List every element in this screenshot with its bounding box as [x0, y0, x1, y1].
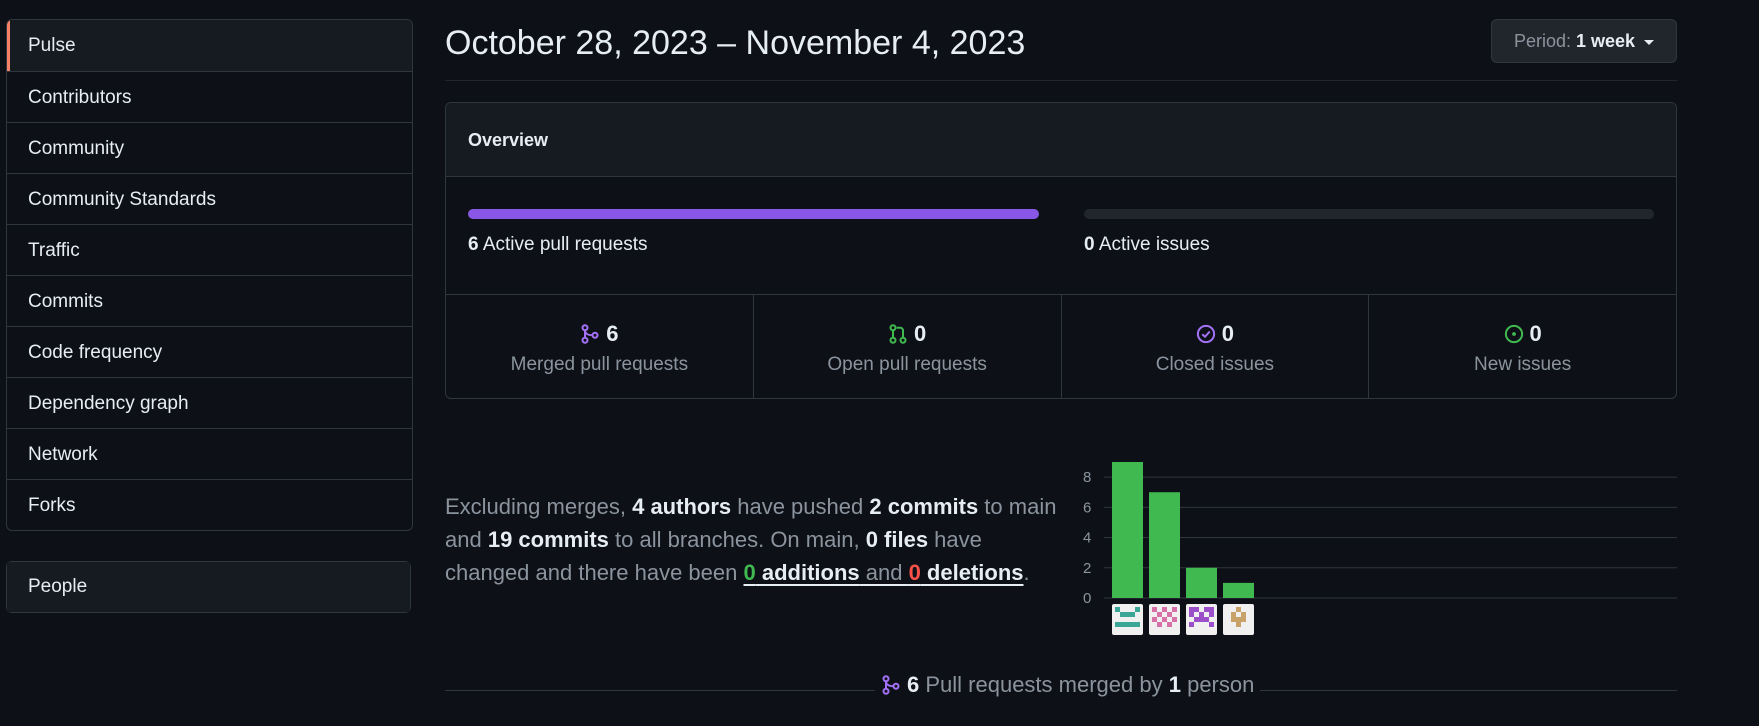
summary-commits-main: 2 commits	[869, 494, 979, 519]
stat-new-issues-count-row: 0	[1504, 321, 1542, 347]
footer-text: person	[1180, 672, 1255, 697]
menu-item-dependency-graph[interactable]: Dependency graph	[7, 377, 412, 428]
menu-item-forks[interactable]: Forks	[7, 479, 412, 530]
active-prs-link[interactable]: 6 Active pull requests	[468, 234, 648, 256]
menu-item-community[interactable]: Community	[7, 122, 412, 173]
period-prefix: Period:	[1513, 31, 1571, 51]
stat-open-prs-label: Open pull requests	[827, 354, 987, 375]
merge-icon	[581, 324, 599, 344]
summary-text: have pushed	[731, 494, 870, 519]
chart-y-tick-label: 4	[1083, 530, 1091, 547]
stat-merged-prs-label: Merged pull requests	[510, 354, 689, 375]
stat-new-issues[interactable]: 0 New issues	[1368, 295, 1676, 398]
merge-icon	[882, 675, 900, 695]
chart-bar[interactable]	[1186, 567, 1217, 598]
stat-closed-issues-count-row: 0	[1196, 321, 1234, 347]
insights-menu: Pulse Contributors Community Community S…	[6, 19, 413, 531]
menu-item-commits[interactable]: Commits	[7, 275, 412, 326]
additions-label: additions	[755, 560, 860, 585]
active-prs-count: 6	[468, 234, 479, 255]
pull-request-icon	[889, 324, 907, 344]
stat-merged-prs-count-row: 6	[580, 321, 619, 347]
menu-item-pulse[interactable]: Pulse	[7, 20, 412, 71]
overview-progress: 6 Active pull requests 0 Active issues	[446, 177, 1676, 295]
summary-text: Excluding merges,	[445, 494, 633, 519]
stat-open-prs[interactable]: 0 Open pull requests	[752, 295, 1061, 398]
overview-stats: 6 Merged pull requests 0 Open pull reque…	[446, 295, 1676, 398]
summary-text: .	[1023, 560, 1030, 585]
author-avatar[interactable]	[1186, 604, 1217, 635]
stat-closed-issues-label: Closed issues	[1155, 354, 1275, 375]
deletions-count: 0	[908, 560, 921, 585]
stat-open-prs-count-row: 0	[888, 321, 926, 347]
menu-item-contributors[interactable]: Contributors	[7, 71, 412, 122]
chart-bar[interactable]	[1223, 582, 1254, 598]
commits-by-author-chart: 0 2 4 6 8	[1083, 462, 1677, 635]
author-avatar[interactable]	[1149, 604, 1180, 635]
active-issues-count: 0	[1084, 234, 1095, 255]
summary-text: and	[859, 560, 909, 585]
people-menu: People	[6, 561, 411, 613]
footer-text: Pull requests merged by	[919, 672, 1169, 697]
stat-closed-issues[interactable]: 0 Closed issues	[1060, 295, 1369, 398]
issue-closed-icon	[1196, 324, 1215, 344]
active-prs-label: Active pull requests	[482, 234, 648, 255]
stat-closed-issues-count: 0	[1221, 321, 1234, 346]
deletions-label: deletions	[920, 560, 1024, 585]
header-divider	[445, 80, 1677, 81]
chart-y-tick-label: 6	[1083, 499, 1091, 516]
chart-y-tick-label: 8	[1083, 469, 1091, 486]
caret-down-icon	[1644, 39, 1655, 45]
menu-item-code-frequency[interactable]: Code frequency	[7, 326, 412, 377]
chart-bar[interactable]	[1112, 462, 1143, 598]
active-issues-bar	[1084, 209, 1654, 219]
chart-y-tick-label: 2	[1083, 560, 1091, 577]
summary-text: to all branches. On main,	[608, 527, 866, 552]
page-title: October 28, 2023 – November 4, 2023	[445, 24, 1026, 62]
issue-opened-icon	[1504, 324, 1523, 344]
menu-item-traffic[interactable]: Traffic	[7, 224, 412, 275]
stat-new-issues-count: 0	[1529, 321, 1542, 346]
summary-files: 0 files	[865, 527, 929, 552]
merged-count: 6	[907, 672, 920, 697]
chart-y-tick-label: 0	[1083, 590, 1091, 607]
active-prs-bar-fill	[468, 209, 1039, 219]
people-count: 1	[1168, 672, 1181, 697]
period-select-button[interactable]: Period: 1 week	[1491, 19, 1677, 63]
active-issues-link[interactable]: 0 Active issues	[1084, 234, 1210, 256]
summary-authors: 4 authors	[632, 494, 732, 519]
stat-new-issues-label: New issues	[1474, 354, 1572, 375]
changes-link[interactable]: 0 additions and 0 deletions	[743, 560, 1023, 585]
active-issues-label: Active issues	[1098, 234, 1210, 255]
additions-count: 0	[743, 560, 756, 585]
menu-item-community-standards[interactable]: Community Standards	[7, 173, 412, 224]
stat-merged-prs[interactable]: 6 Merged pull requests	[446, 295, 753, 398]
menu-item-people[interactable]: People	[7, 562, 410, 612]
summary-commits-all: 19 commits	[487, 527, 609, 552]
active-prs-bar	[468, 209, 1039, 219]
commit-summary: Excluding merges, 4 authors have pushed …	[445, 490, 1060, 589]
chart-bar[interactable]	[1149, 492, 1180, 598]
author-avatar[interactable]	[1223, 604, 1254, 635]
merged-prs-summary: 6 Pull requests merged by 1 person	[875, 672, 1261, 698]
menu-item-network[interactable]: Network	[7, 428, 412, 479]
period-value: 1 week	[1576, 31, 1636, 51]
overview-box: Overview 6 Active pull requests 0 Active…	[445, 102, 1677, 399]
author-avatar[interactable]	[1112, 604, 1143, 635]
stat-open-prs-count: 0	[914, 321, 927, 346]
overview-title: Overview	[446, 103, 1676, 177]
stat-merged-prs-count: 6	[606, 321, 619, 346]
